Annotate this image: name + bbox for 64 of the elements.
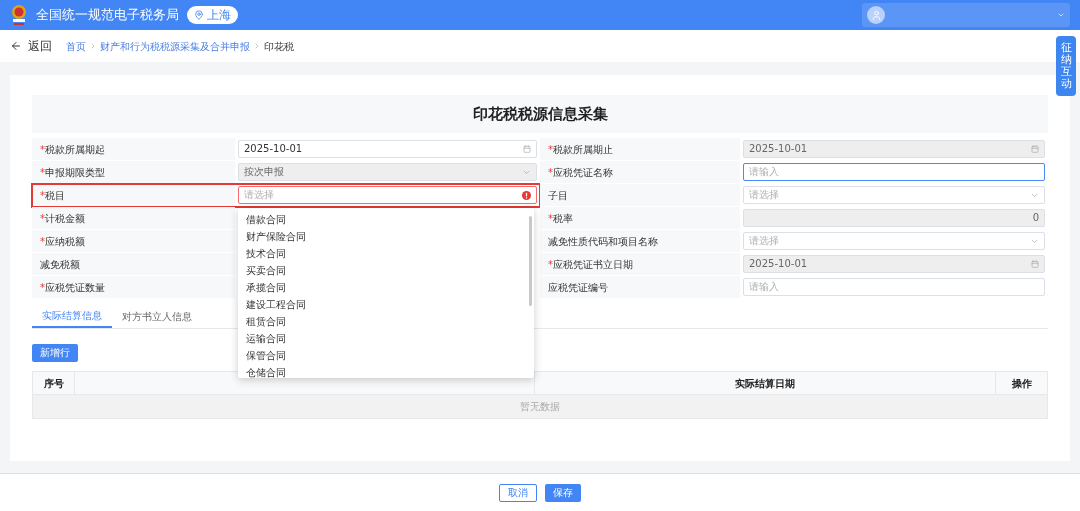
save-button[interactable]: 保存 — [545, 483, 581, 502]
field-placeholder: 请选择 — [749, 236, 779, 246]
dropdown-option[interactable]: 租赁合同 — [238, 313, 529, 330]
field-label: *税款所属期起 — [40, 142, 105, 157]
dropdown-option[interactable]: 承揽合同 — [238, 279, 529, 296]
field-placeholder: 请选择 — [244, 190, 274, 200]
date-field[interactable]: 2025-10-01 — [238, 140, 537, 158]
emblem-icon — [10, 4, 28, 26]
field-label: *计税金额 — [40, 211, 85, 226]
cancel-button[interactable]: 取消 — [499, 483, 537, 502]
side-tab[interactable]: 征纳互动 — [1056, 36, 1076, 97]
back-button[interactable]: 返回 — [10, 37, 52, 55]
calendar-icon — [1031, 260, 1039, 268]
separator-icon — [89, 42, 97, 50]
field-label: 子目 — [548, 188, 568, 203]
field-value: 2025-10-01 — [749, 259, 808, 269]
empty-message: 暂无数据 — [520, 400, 560, 414]
location-pin-icon — [194, 10, 204, 20]
breadcrumb-link[interactable]: 首页 — [66, 38, 86, 54]
field-label: *应税凭证名称 — [548, 165, 613, 180]
breadcrumb-link[interactable]: 财产和行为税税源采集及合并申报 — [100, 38, 250, 54]
field-placeholder: 请选择 — [749, 190, 779, 200]
field-value: 2025-10-01 — [749, 144, 808, 154]
caret-icon — [1057, 11, 1065, 19]
dropdown-option[interactable]: 运输合同 — [238, 330, 529, 347]
field-label: 应税凭证编号 — [548, 280, 608, 295]
field-placeholder: 请输入 — [749, 167, 779, 177]
dropdown-option[interactable]: 财产保险合同 — [238, 228, 529, 245]
field-value: 按次申报 — [244, 167, 284, 177]
separator-icon — [253, 42, 261, 50]
field-label: *税率 — [548, 211, 573, 226]
field-label: *应税凭证数量 — [40, 280, 105, 295]
dropdown-option[interactable]: 技术合同 — [238, 245, 529, 262]
calendar-icon — [1031, 145, 1039, 153]
dropdown-option[interactable]: 保管合同 — [238, 347, 529, 364]
back-arrow-icon — [10, 40, 22, 52]
field-label: *申报期限类型 — [40, 165, 105, 180]
calendar-icon — [523, 145, 531, 153]
column-header: 序号 — [43, 376, 64, 391]
tab[interactable]: 实际结算信息 — [32, 304, 112, 328]
add-row-button[interactable]: 新增行 — [32, 343, 78, 362]
dropdown-option[interactable]: 仓储合同 — [238, 364, 529, 378]
field-placeholder: 请输入 — [749, 282, 779, 292]
site-title: 全国统一规范电子税务局 — [36, 6, 179, 25]
dropdown-option[interactable]: 买卖合同 — [238, 262, 529, 279]
field-value: 2025-10-01 — [244, 144, 303, 154]
field-label: 减免税额 — [40, 257, 80, 272]
field-value: 0 — [1032, 213, 1039, 223]
field-label: *应税凭证书立日期 — [548, 257, 633, 272]
field-label: *税目 — [40, 188, 65, 203]
dropdown-option[interactable]: 建设工程合同 — [238, 296, 529, 313]
user-menu[interactable] — [862, 3, 1070, 27]
error-icon — [522, 190, 531, 200]
field-label: *税款所属期止 — [548, 142, 613, 157]
column-header: 实际结算日期 — [735, 376, 795, 391]
form-title: 印花税税源信息采集 — [472, 103, 608, 125]
field-label: *应纳税额 — [40, 234, 85, 249]
region-pill[interactable]: 上海 — [187, 6, 238, 24]
breadcrumb-current: 印花税 — [264, 39, 294, 54]
avatar-icon — [867, 6, 885, 24]
field-label: 减免性质代码和项目名称 — [548, 234, 658, 249]
dropdown-option[interactable]: 借款合同 — [238, 211, 529, 228]
column-header: 操作 — [1011, 376, 1032, 391]
tab[interactable]: 对方书立人信息 — [112, 304, 202, 328]
